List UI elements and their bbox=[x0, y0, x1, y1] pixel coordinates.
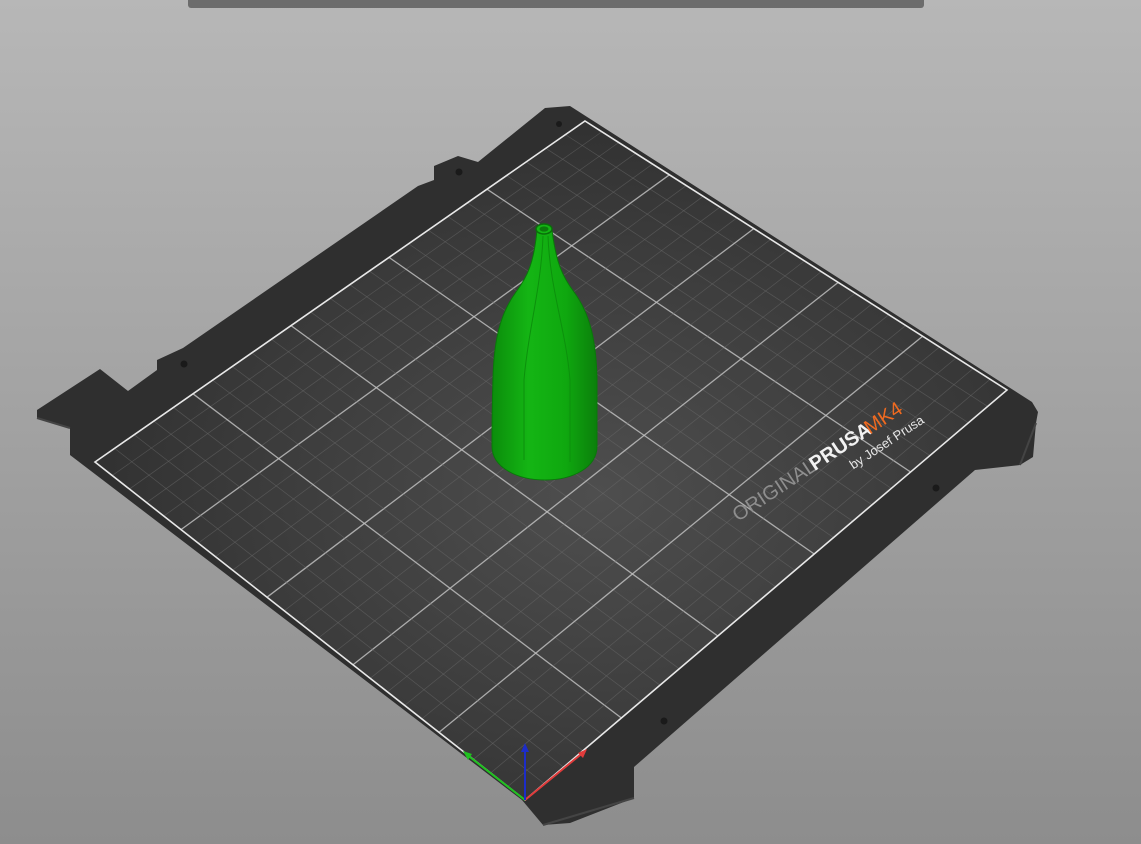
3d-viewport[interactable]: ORIGINAL PRUSA MK4 by Josef Prusa bbox=[0, 0, 1141, 844]
scene-canvas[interactable]: ORIGINAL PRUSA MK4 by Josef Prusa bbox=[0, 0, 1141, 844]
